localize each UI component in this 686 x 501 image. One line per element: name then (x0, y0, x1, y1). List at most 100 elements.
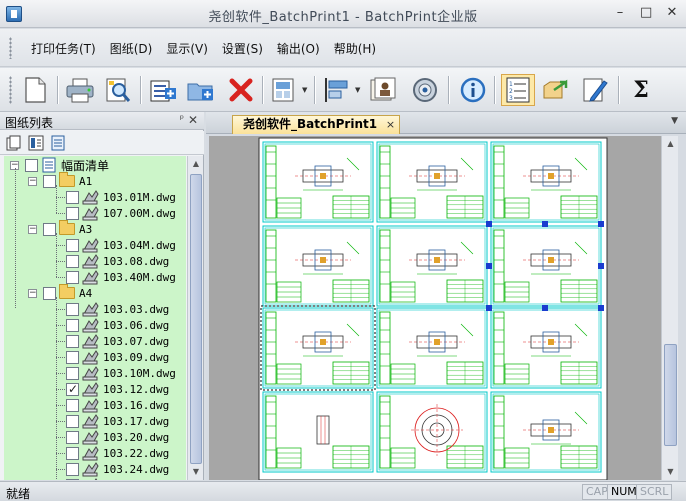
drawing-thumbnail[interactable] (376, 391, 488, 473)
tree-file[interactable]: 103.25.dwg (66, 477, 169, 480)
file-checkbox[interactable] (66, 462, 79, 476)
scroll-thumb[interactable] (190, 174, 202, 464)
drawing-thumbnail[interactable] (376, 307, 488, 389)
file-checkbox[interactable] (66, 206, 79, 220)
tab-list-dropdown-icon[interactable]: ▼ (671, 116, 678, 126)
drawing-thumbnail[interactable] (262, 141, 374, 223)
panel-close-icon[interactable]: ✕ (188, 113, 198, 127)
tree-file[interactable]: 103.03.dwg (66, 301, 169, 317)
print-preview-canvas[interactable] (209, 136, 661, 480)
collapse-toggle-icon[interactable]: − (28, 288, 37, 298)
menu-settings[interactable]: 设置(S) (215, 40, 270, 57)
file-checkbox[interactable] (66, 366, 79, 380)
drawing-thumbnail[interactable] (490, 307, 602, 389)
info-button[interactable] (456, 74, 490, 106)
page-list-icon[interactable] (50, 135, 66, 151)
menu-view[interactable]: 显示(V) (159, 40, 215, 57)
print-preview-button[interactable] (101, 74, 135, 106)
tree-file[interactable]: 103.09.dwg (66, 349, 169, 365)
sum-button[interactable]: Σ (624, 74, 658, 106)
drawing-thumbnail[interactable] (262, 225, 374, 307)
file-checkbox[interactable] (66, 302, 79, 316)
drawing-thumbnail[interactable] (490, 141, 602, 223)
close-button[interactable]: ✕ (666, 6, 678, 20)
group-checkbox[interactable] (43, 222, 56, 236)
file-checkbox[interactable] (66, 254, 79, 268)
drawing-thumbnail[interactable] (262, 307, 374, 389)
drawing-thumbnail[interactable] (376, 225, 488, 307)
file-checkbox[interactable] (66, 318, 79, 332)
toolbar-grip[interactable] (9, 76, 12, 104)
tree-scrollbar[interactable]: ▲ ▼ (187, 156, 203, 480)
new-document-button[interactable] (18, 74, 52, 106)
file-checkbox[interactable] (66, 446, 79, 460)
collapse-toggle-icon[interactable]: − (28, 224, 37, 234)
tree-root[interactable]: − 幅面清单 (10, 157, 109, 173)
layout-dropdown-arrow[interactable]: ▼ (302, 87, 309, 94)
arrange-dropdown-arrow[interactable]: ▼ (355, 87, 362, 94)
tree-file[interactable]: 103.16.dwg (66, 397, 169, 413)
arrange-button[interactable] (320, 74, 354, 106)
canvas-scroll-up-arrow[interactable]: ▲ (664, 137, 677, 151)
tab-batchprint1[interactable]: 尧创软件_BatchPrint1 × (232, 115, 401, 134)
delete-button[interactable] (224, 74, 258, 106)
group-checkbox[interactable] (43, 286, 56, 300)
root-checkbox[interactable] (25, 158, 38, 172)
drawing-thumbnail[interactable] (376, 141, 488, 223)
stamp-button[interactable] (366, 74, 400, 106)
drawing-thumbnail[interactable] (490, 391, 602, 473)
file-checkbox[interactable] (66, 238, 79, 252)
tree-file[interactable]: 103.20.dwg (66, 429, 169, 445)
tree-file[interactable]: 103.08.dwg (66, 253, 169, 269)
menu-print-task[interactable]: 打印任务(T) (24, 40, 103, 57)
add-drawings-button[interactable] (146, 74, 180, 106)
collapse-toggle-icon[interactable]: − (28, 176, 37, 186)
disc-settings-button[interactable] (408, 74, 442, 106)
menu-help[interactable]: 帮助(H) (327, 40, 383, 57)
tree-group-a1[interactable]: − A1 (28, 172, 92, 189)
menu-drawing[interactable]: 图纸(D) (103, 40, 160, 57)
tree-group-a3[interactable]: − A3 (28, 220, 92, 237)
file-checkbox[interactable] (66, 478, 79, 480)
file-checkbox[interactable] (66, 334, 79, 348)
file-checkbox[interactable] (66, 270, 79, 284)
canvas-scroll-down-arrow[interactable]: ▼ (664, 465, 677, 479)
file-checkbox[interactable] (66, 190, 79, 204)
tree-file[interactable]: 103.22.dwg (66, 445, 169, 461)
layout-button[interactable] (266, 74, 300, 106)
tree-file[interactable]: 103.01M.dwg (66, 189, 176, 205)
edit-pen-button[interactable] (578, 74, 612, 106)
pin-icon[interactable]: ᵖ (180, 114, 184, 125)
scroll-down-arrow[interactable]: ▼ (190, 465, 202, 479)
menu-grip[interactable] (9, 37, 12, 59)
tree-file[interactable]: 103.17.dwg (66, 413, 169, 429)
restore-button[interactable]: □ (640, 6, 652, 20)
scroll-up-arrow[interactable]: ▲ (190, 157, 202, 171)
drawing-thumbnail[interactable] (262, 391, 374, 473)
tree-file[interactable]: 103.07.dwg (66, 333, 169, 349)
page-copy-icon[interactable] (6, 135, 22, 151)
tab-close-icon[interactable]: × (386, 116, 395, 133)
file-checkbox[interactable] (66, 398, 79, 412)
list-button[interactable]: 123 (501, 74, 535, 106)
tree-file[interactable]: 103.04M.dwg (66, 237, 176, 253)
drawing-thumbnail[interactable] (490, 225, 602, 307)
tree-file[interactable]: 107.00M.dwg (66, 205, 176, 221)
file-checkbox[interactable] (66, 382, 79, 396)
file-checkbox[interactable] (66, 350, 79, 364)
export-button[interactable] (538, 74, 572, 106)
tree-file[interactable]: 103.24.dwg (66, 461, 169, 477)
minimize-button[interactable]: – (614, 6, 626, 20)
group-checkbox[interactable] (43, 174, 56, 188)
tree-file[interactable]: 103.10M.dwg (66, 365, 176, 381)
file-checkbox[interactable] (66, 430, 79, 444)
file-checkbox[interactable] (66, 414, 79, 428)
tree-file[interactable]: 103.12.dwg (66, 381, 169, 397)
canvas-scrollbar[interactable]: ▲ ▼ (661, 136, 678, 480)
print-button[interactable] (63, 74, 97, 106)
tree-file[interactable]: 103.40M.dwg (66, 269, 176, 285)
menu-output[interactable]: 输出(O) (270, 40, 327, 57)
page-layout-icon[interactable] (28, 135, 44, 151)
add-folder-button[interactable] (184, 74, 218, 106)
canvas-scroll-thumb[interactable] (664, 344, 677, 446)
